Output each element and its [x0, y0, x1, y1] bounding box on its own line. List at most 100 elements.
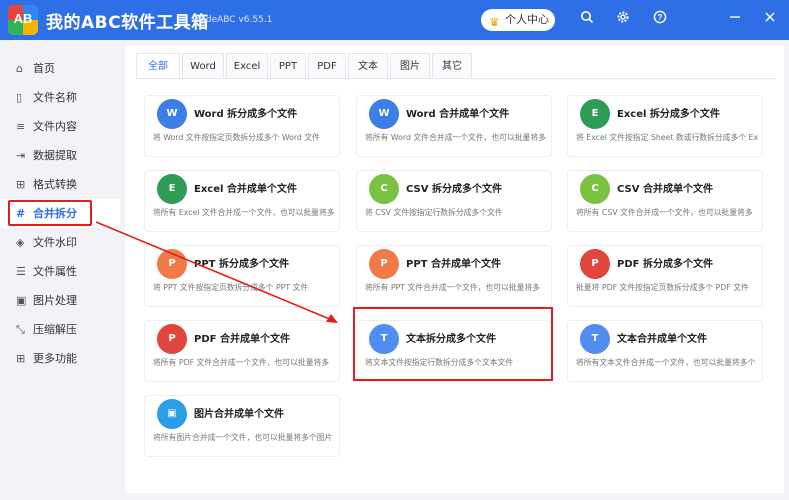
tool-card[interactable]: P PDF 合并成单个文件将所有 PDF 文件合并成一个文件，也可以批量将多: [144, 320, 340, 382]
card-description: 批量将 PDF 文件按指定页数拆分成多个 PDF 文件: [576, 283, 749, 292]
sidebar-item-label: 文件水印: [33, 236, 77, 249]
tool-card[interactable]: ▣ 图片合并成单个文件将所有图片合并成一个文件，也可以批量将多个图片: [144, 395, 340, 457]
sidebar-item-7[interactable]: ☰ 文件属性: [0, 257, 120, 286]
tool-card[interactable]: C CSV 拆分成多个文件将 CSV 文件按指定行数拆分成多个文件: [356, 170, 552, 232]
sidebar-item-10[interactable]: ⊞ 更多功能: [0, 344, 120, 373]
icon-letter: E: [591, 108, 599, 119]
icon-letter: P: [591, 258, 599, 269]
minimize-icon[interactable]: [725, 10, 745, 30]
sidebar-item-1[interactable]: ▯ 文件名称: [0, 83, 120, 112]
tab-4[interactable]: PDF: [308, 53, 346, 79]
sidebar-item-3[interactable]: ⇥ 数据提取: [0, 141, 120, 170]
card-description: 将所有 Excel 文件合并成一个文件，也可以批量将多: [153, 208, 335, 217]
user-center-label: 个人中心: [505, 13, 549, 26]
sidebar-item-6[interactable]: ◈ 文件水印: [0, 228, 120, 257]
tool-card[interactable]: E Excel 合并成单个文件 将所有 Excel 文件合并成一个文件，也可以批量将…: [144, 170, 340, 232]
sidebar-item-label: 数据提取: [33, 149, 77, 162]
card-title: 图片合并成单个文件: [194, 409, 284, 420]
tab-3[interactable]: PPT: [270, 53, 306, 79]
card-title: PDF 合并成单个文件: [194, 334, 290, 345]
card-description: 将 Word 文件按指定页数拆分成多个 Word 文件: [153, 133, 320, 142]
sidebar-item-label: 文件内容: [33, 120, 77, 133]
sidebar-item-4[interactable]: ⊞ 格式转换: [0, 170, 120, 199]
app-version: WodeABC v6.55.1: [192, 15, 273, 25]
app-logo-icon: AB: [8, 5, 38, 35]
card-description: 将 CSV 文件按指定行数拆分成多个文件: [365, 208, 503, 217]
icon-letter: C: [591, 183, 599, 194]
card-description: 将所有文本文件合并成一个文件，也可以批量将多个: [576, 358, 756, 367]
card-description: 将所有图片合并成一个文件，也可以批量将多个图片: [153, 433, 333, 442]
tool-card[interactable]: P PPT 拆分成多个文件将 PPT 文件按指定页数拆分成多个 PPT 文件: [144, 245, 340, 307]
convert-icon: ⊞: [16, 178, 26, 191]
csv-icon: C: [369, 174, 399, 204]
sidebar-item-2[interactable]: ≡ 文件内容: [0, 112, 120, 141]
sidebar-item-label: 首页: [33, 62, 55, 75]
sidebar-item-label: 图片处理: [33, 294, 77, 307]
home-icon: ⌂: [16, 62, 23, 75]
tool-card[interactable]: C CSV 合并成单个文件将所有 CSV 文件合并成一个文件，也可以批量将多: [567, 170, 763, 232]
sidebar-item-0[interactable]: ⌂ 首页: [0, 54, 120, 83]
icon-letter: ▣: [167, 408, 177, 419]
title-bar: AB 我的ABC软件工具箱 WodeABC v6.55.1 ♛ 个人中心 ?: [0, 0, 789, 40]
sidebar-item-8[interactable]: ▣ 图片处理: [0, 286, 120, 315]
file-icon: ▯: [16, 91, 23, 104]
card-description: 将 Excel 文件按指定 Sheet 数或行数拆分成多个 Ex: [576, 133, 759, 142]
sidebar-item-label: 压缩解压: [33, 323, 77, 336]
tool-card[interactable]: P PDF 拆分成多个文件批量将 PDF 文件按指定页数拆分成多个 PDF 文件: [567, 245, 763, 307]
sidebar-item-label: 格式转换: [33, 178, 77, 191]
sidebar: ⌂ 首页 ▯ 文件名称 ≡ 文件内容 ⇥ 数据提取 ⊞ 格式转换 # 合并拆分 ◈ 文件水印 ☰ 文件属性 ▣ 图…: [0, 40, 120, 500]
help-icon[interactable]: ?: [650, 10, 670, 30]
card-description: 将 PPT 文件按指定页数拆分成多个 PPT 文件: [153, 283, 309, 292]
properties-icon: ☰: [16, 265, 26, 278]
card-highlight-box: [353, 307, 553, 381]
tab-5[interactable]: 文本: [348, 53, 388, 79]
card-title: CSV 拆分成多个文件: [406, 184, 502, 195]
card-title: PPT 合并成单个文件: [406, 259, 501, 270]
tab-7[interactable]: 其它: [432, 53, 472, 79]
card-description: 将所有 CSV 文件合并成一个文件，也可以批量将多: [576, 208, 753, 217]
gear-icon[interactable]: [613, 10, 633, 30]
tool-card[interactable]: W Word 拆分成多个文件将 Word 文件按指定页数拆分成多个 Word 文件: [144, 95, 340, 157]
tool-card[interactable]: P PPT 合并成单个文件将所有 PPT 文件合并成一个文件，也可以批量将多: [356, 245, 552, 307]
tab-1[interactable]: Word: [182, 53, 224, 79]
tab-6[interactable]: 图片: [390, 53, 430, 79]
image-icon: ▣: [16, 294, 27, 307]
sidebar-item-label: 更多功能: [33, 352, 77, 365]
tab-0[interactable]: 全部: [136, 53, 180, 79]
app-title: 我的ABC软件工具箱: [46, 13, 209, 33]
icon-letter: W: [378, 108, 390, 119]
csv-icon: C: [580, 174, 610, 204]
grid-icon: ⊞: [16, 352, 26, 365]
extract-icon: ⇥: [16, 149, 26, 162]
icon-letter: P: [168, 258, 176, 269]
sidebar-highlight-box: [8, 200, 92, 226]
shield-icon: ◈: [16, 236, 25, 249]
card-title: PPT 拆分成多个文件: [194, 259, 289, 270]
tool-card[interactable]: W Word 合并成单个文件 将所有 Word 文件合并成一个文件，也可以批量将多: [356, 95, 552, 157]
tool-card[interactable]: E Excel 拆分成多个文件将 Excel 文件按指定 Sheet 数或行数拆分…: [567, 95, 763, 157]
sidebar-item-9[interactable]: ⤡ 压缩解压: [0, 315, 120, 344]
list-icon: ≡: [16, 120, 26, 133]
user-center-button[interactable]: ♛ 个人中心: [481, 9, 555, 31]
card-title: CSV 合并成单个文件: [617, 184, 713, 195]
card-description: 将所有 PPT 文件合并成一个文件，也可以批量将多: [365, 283, 541, 292]
icon-letter: C: [380, 183, 388, 194]
icon-letter: P: [168, 333, 176, 344]
word-icon: W: [369, 99, 399, 129]
pdf-icon: P: [580, 249, 610, 279]
tab-2[interactable]: Excel: [226, 53, 268, 79]
tool-card[interactable]: T 文本合并成单个文件将所有文本文件合并成一个文件，也可以批量将多个: [567, 320, 763, 382]
pdf-icon: P: [157, 324, 187, 354]
card-description: 将所有 PDF 文件合并成一个文件，也可以批量将多: [153, 358, 330, 367]
card-title: 文本合并成单个文件: [617, 334, 707, 345]
excel-icon: E: [157, 174, 187, 204]
card-title: PDF 拆分成多个文件: [617, 259, 713, 270]
close-icon[interactable]: [760, 10, 780, 30]
search-icon[interactable]: [577, 10, 597, 30]
svg-text:?: ?: [658, 13, 663, 22]
card-title: Word 合并成单个文件: [406, 109, 510, 120]
ppt-icon: P: [157, 249, 187, 279]
icon-letter: E: [168, 183, 176, 194]
icon-letter: T: [591, 333, 599, 344]
ppt-icon: P: [369, 249, 399, 279]
